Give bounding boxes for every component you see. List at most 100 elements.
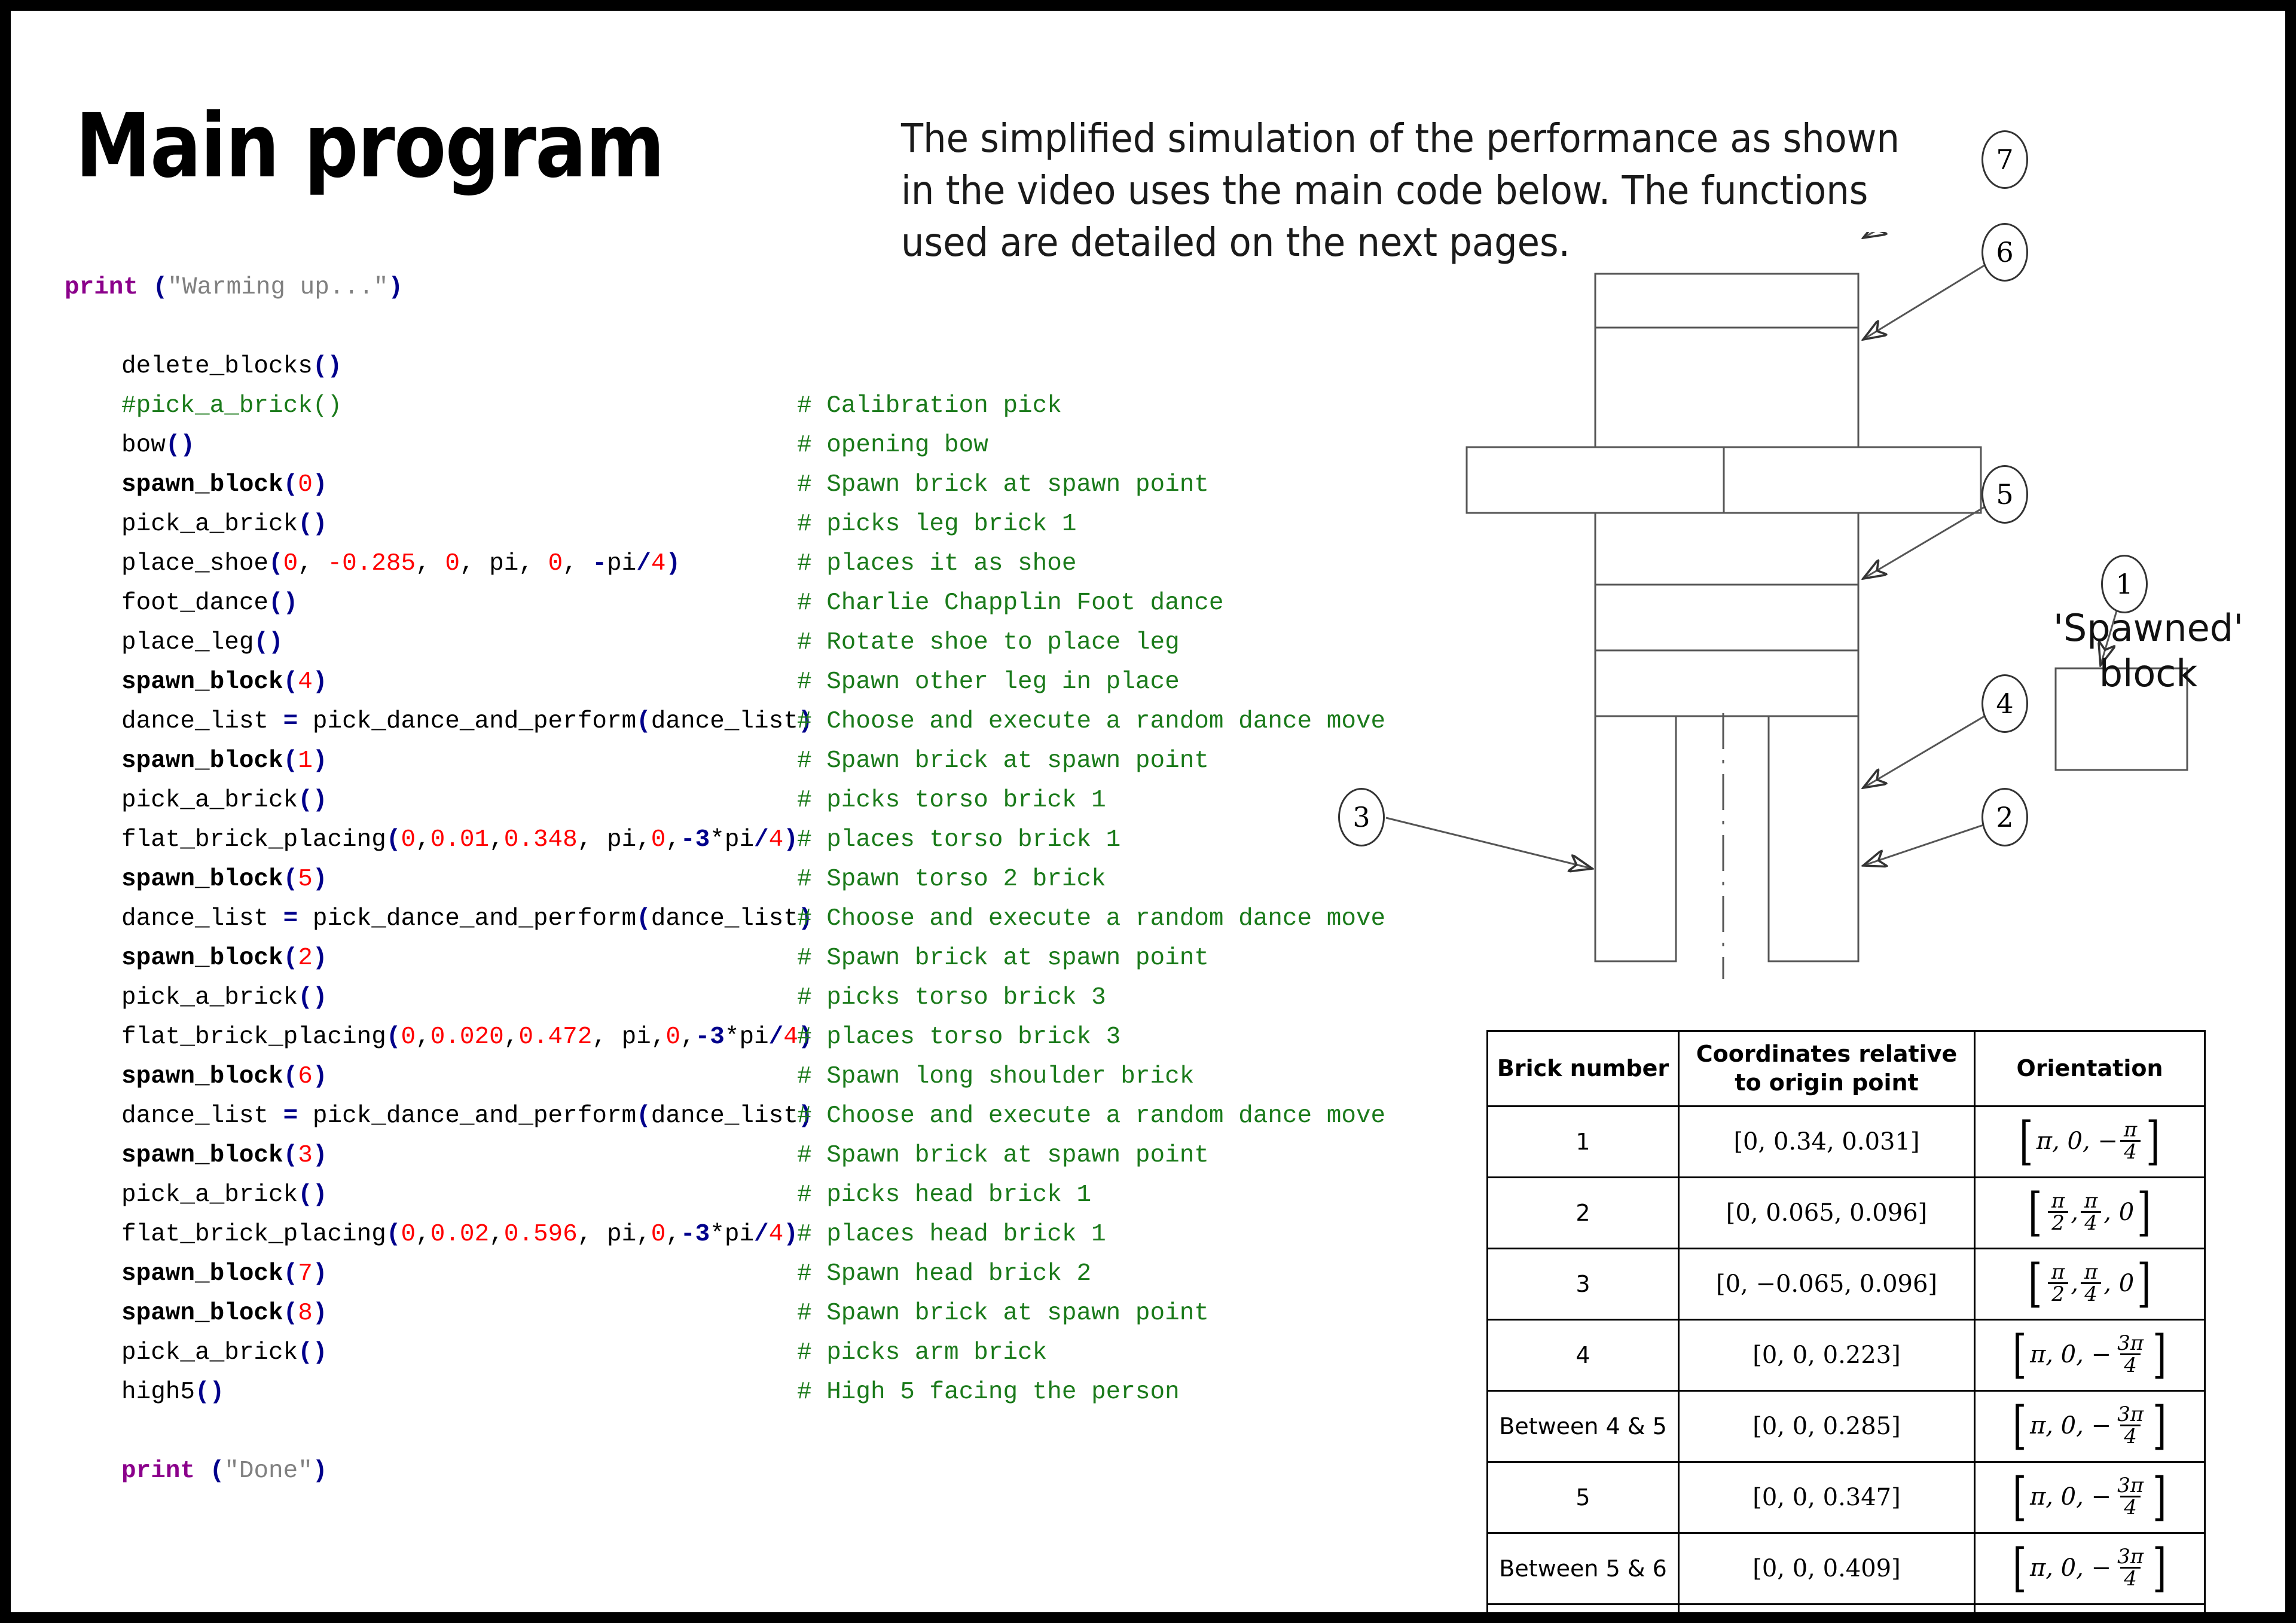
- code-line-comment: # Choose and execute a random dance move: [797, 905, 1386, 933]
- code-line: dance_list = pick_dance_and_perform(danc…: [11, 1102, 1446, 1142]
- code-line-text: flat_brick_placing(0,0.02,0.596, pi,0,-3…: [121, 1221, 798, 1248]
- code-line-text: dance_list = pick_dance_and_perform(danc…: [121, 1102, 813, 1130]
- spawned-block-label: 'Spawned' block: [2053, 606, 2244, 696]
- code-line: foot_dance() # Charlie Chapplin Foot danc…: [11, 589, 1446, 629]
- spawned-block-label-line2: block: [2099, 651, 2198, 695]
- table-row: 5 [0, 0, 0.347][π, 0, −3π 4]: [1486, 1461, 2206, 1534]
- cell-brick-number: 4: [1486, 1319, 1680, 1392]
- code-line-text: dance_list = pick_dance_and_perform(danc…: [121, 905, 813, 933]
- cell-brick-number: 2: [1486, 1176, 1680, 1249]
- code-line: spawn_block(8) # Spawn brick at spawn poi…: [11, 1300, 1446, 1339]
- code-line-text: pick_a_brick(): [121, 787, 328, 814]
- code-line-comment: # opening bow: [797, 432, 988, 459]
- code-line-text: pick_a_brick(): [121, 511, 328, 538]
- cell-orientation: [π, 0, −3π4]: [1974, 1603, 2206, 1612]
- cell-orientation: [π 2, π 4, 0]: [1974, 1176, 2206, 1249]
- slide-canvas: Main program The simplified simulation o…: [11, 11, 2285, 1612]
- callout-1[interactable]: 1: [2101, 555, 2148, 613]
- table-header-row: Brick number Coordinates relative to ori…: [1486, 1030, 2206, 1107]
- code-line: high5() # High 5 facing the person: [11, 1379, 1446, 1418]
- code-line: flat_brick_placing(0,0.02,0.596, pi,0,-3…: [11, 1221, 1446, 1260]
- code-line-text: pick_a_brick(): [121, 1181, 328, 1209]
- callout-4[interactable]: 4: [1981, 674, 2028, 733]
- callout-7[interactable]: 7: [1981, 130, 2028, 189]
- cell-brick-number: Between 5 & 6: [1486, 1532, 1680, 1605]
- code-line-comment: # Spawn brick at spawn point: [797, 471, 1209, 499]
- code-line-comment: # Choose and execute a random dance move: [797, 708, 1386, 735]
- cell-coordinates: [0, 0, 0.409]: [1678, 1532, 1976, 1605]
- code-line-text: place_shoe(0, -0.285, 0, pi, 0, -pi/4): [121, 550, 681, 577]
- code-line-text: spawn_block(7): [121, 1260, 328, 1288]
- callout-3[interactable]: 3: [1338, 788, 1385, 846]
- code-line-text: print ("Done"): [121, 1457, 328, 1485]
- code-line-comment: # picks torso brick 3: [797, 984, 1106, 1011]
- code-line-text: place_leg(): [121, 629, 283, 656]
- brick-figure: 7 6 5 4 3 2 1 'Spawned' block: [1338, 130, 2283, 1003]
- cell-orientation: [π, 0, −3π4]: [1974, 1390, 2206, 1463]
- cell-coordinates: [0, 0, 0.471]: [1678, 1603, 1976, 1612]
- code-line: spawn_block(5) # Spawn torso 2 brick: [11, 866, 1446, 905]
- code-line: place_leg() # Rotate shoe to place leg: [11, 629, 1446, 668]
- callout-2[interactable]: 2: [1981, 788, 2028, 846]
- code-line-text: spawn_block(8): [121, 1300, 328, 1327]
- code-line-comment: # High 5 facing the person: [797, 1379, 1180, 1406]
- code-line-comment: # Calibration pick: [797, 392, 1062, 420]
- code-line-comment: # picks arm brick: [797, 1339, 1048, 1367]
- cell-orientation: [π, 0, − π 4]: [1974, 1105, 2206, 1178]
- code-line-text: pick_a_brick(): [121, 984, 328, 1011]
- column-header-brick-number: Brick number: [1486, 1030, 1680, 1107]
- code-line-comment: # picks torso brick 1: [797, 787, 1106, 814]
- brick-coordinates-table: Brick number Coordinates relative to ori…: [1486, 1030, 2206, 1612]
- code-listing: print ("Warming up...") delete_blocks() #p…: [11, 274, 1446, 1497]
- code-line: dance_list = pick_dance_and_perform(danc…: [11, 905, 1446, 945]
- table-row: 6[0, 0, 0.471][π, 0, −3π4]: [1486, 1603, 2206, 1612]
- callout-6[interactable]: 6: [1981, 223, 2028, 282]
- code-line-comment: # Rotate shoe to place leg: [797, 629, 1180, 656]
- code-line-comment: # Charlie Chapplin Foot dance: [797, 589, 1224, 617]
- code-line: pick_a_brick() # picks head brick 1: [11, 1181, 1446, 1221]
- cell-coordinates: [0, 0, 0.223]: [1678, 1319, 1976, 1392]
- code-line-text: spawn_block(6): [121, 1063, 328, 1090]
- code-line: spawn_block(6) # Spawn long shoulder bric…: [11, 1063, 1446, 1102]
- table-row: 1 [0, 0.34, 0.031][π, 0, − π 4]: [1486, 1105, 2206, 1178]
- code-line-comment: # Choose and execute a random dance move: [797, 1102, 1386, 1130]
- code-line-comment: # Spawn brick at spawn point: [797, 747, 1209, 775]
- code-line: print ("Warming up..."): [11, 274, 1446, 313]
- code-line: #pick_a_brick() # Calibration pick: [11, 392, 1446, 432]
- code-line: spawn_block(0) # Spawn brick at spawn poi…: [11, 471, 1446, 511]
- table-row: 3 [0, −0.065, 0.096][π 2, π 4, 0]: [1486, 1248, 2206, 1321]
- code-line-text: foot_dance(): [121, 589, 298, 617]
- code-line: pick_a_brick() # picks torso brick 3: [11, 984, 1446, 1023]
- cell-coordinates: [0, 0, 0.285]: [1678, 1390, 1976, 1463]
- code-line: spawn_block(2) # Spawn brick at spawn poi…: [11, 945, 1446, 984]
- code-line-comment: # Spawn torso 2 brick: [797, 866, 1106, 893]
- column-header-coordinates: Coordinates relative to origin point: [1678, 1030, 1976, 1107]
- code-line: spawn_block(1) # Spawn brick at spawn poi…: [11, 747, 1446, 787]
- cell-coordinates: [0, 0, 0.347]: [1678, 1461, 1976, 1534]
- code-line-text: spawn_block(2): [121, 945, 328, 972]
- code-line: place_shoe(0, -0.285, 0, pi, 0, -pi/4) # …: [11, 550, 1446, 589]
- cell-coordinates: [0, 0.34, 0.031]: [1678, 1105, 1976, 1178]
- cell-orientation: [π, 0, −3π4]: [1974, 1461, 2206, 1534]
- code-line-text: dance_list = pick_dance_and_perform(danc…: [121, 708, 813, 735]
- code-line: spawn_block(7) # Spawn head brick 2: [11, 1260, 1446, 1300]
- code-line: spawn_block(4) # Spawn other leg in place: [11, 668, 1446, 708]
- code-line-text: spawn_block(1): [121, 747, 328, 775]
- code-line-comment: # Spawn brick at spawn point: [797, 1142, 1209, 1169]
- code-line-comment: # places head brick 1: [797, 1221, 1106, 1248]
- spawned-block-label-line1: 'Spawned': [2053, 606, 2244, 650]
- cell-brick-number: 5: [1486, 1461, 1680, 1534]
- cell-coordinates: [0, −0.065, 0.096]: [1678, 1248, 1976, 1321]
- code-line: flat_brick_placing(0,0.020,0.472, pi,0,-…: [11, 1023, 1446, 1063]
- code-line-comment: # Spawn long shoulder brick: [797, 1063, 1195, 1090]
- code-line-text: #pick_a_brick(): [121, 392, 343, 420]
- code-line: flat_brick_placing(0,0.01,0.348, pi,0,-3…: [11, 826, 1446, 866]
- cell-orientation: [π, 0, −3π4]: [1974, 1319, 2206, 1392]
- code-line-text: high5(): [121, 1379, 225, 1406]
- table-row: Between 4 & 5 [0, 0, 0.285][π, 0, −3π 4]: [1486, 1390, 2206, 1463]
- callout-5[interactable]: 5: [1981, 465, 2028, 524]
- column-header-orientation: Orientation: [1974, 1030, 2206, 1107]
- cell-orientation: [π, 0, −3π4]: [1974, 1532, 2206, 1605]
- code-line-comment: # Spawn head brick 2: [797, 1260, 1092, 1288]
